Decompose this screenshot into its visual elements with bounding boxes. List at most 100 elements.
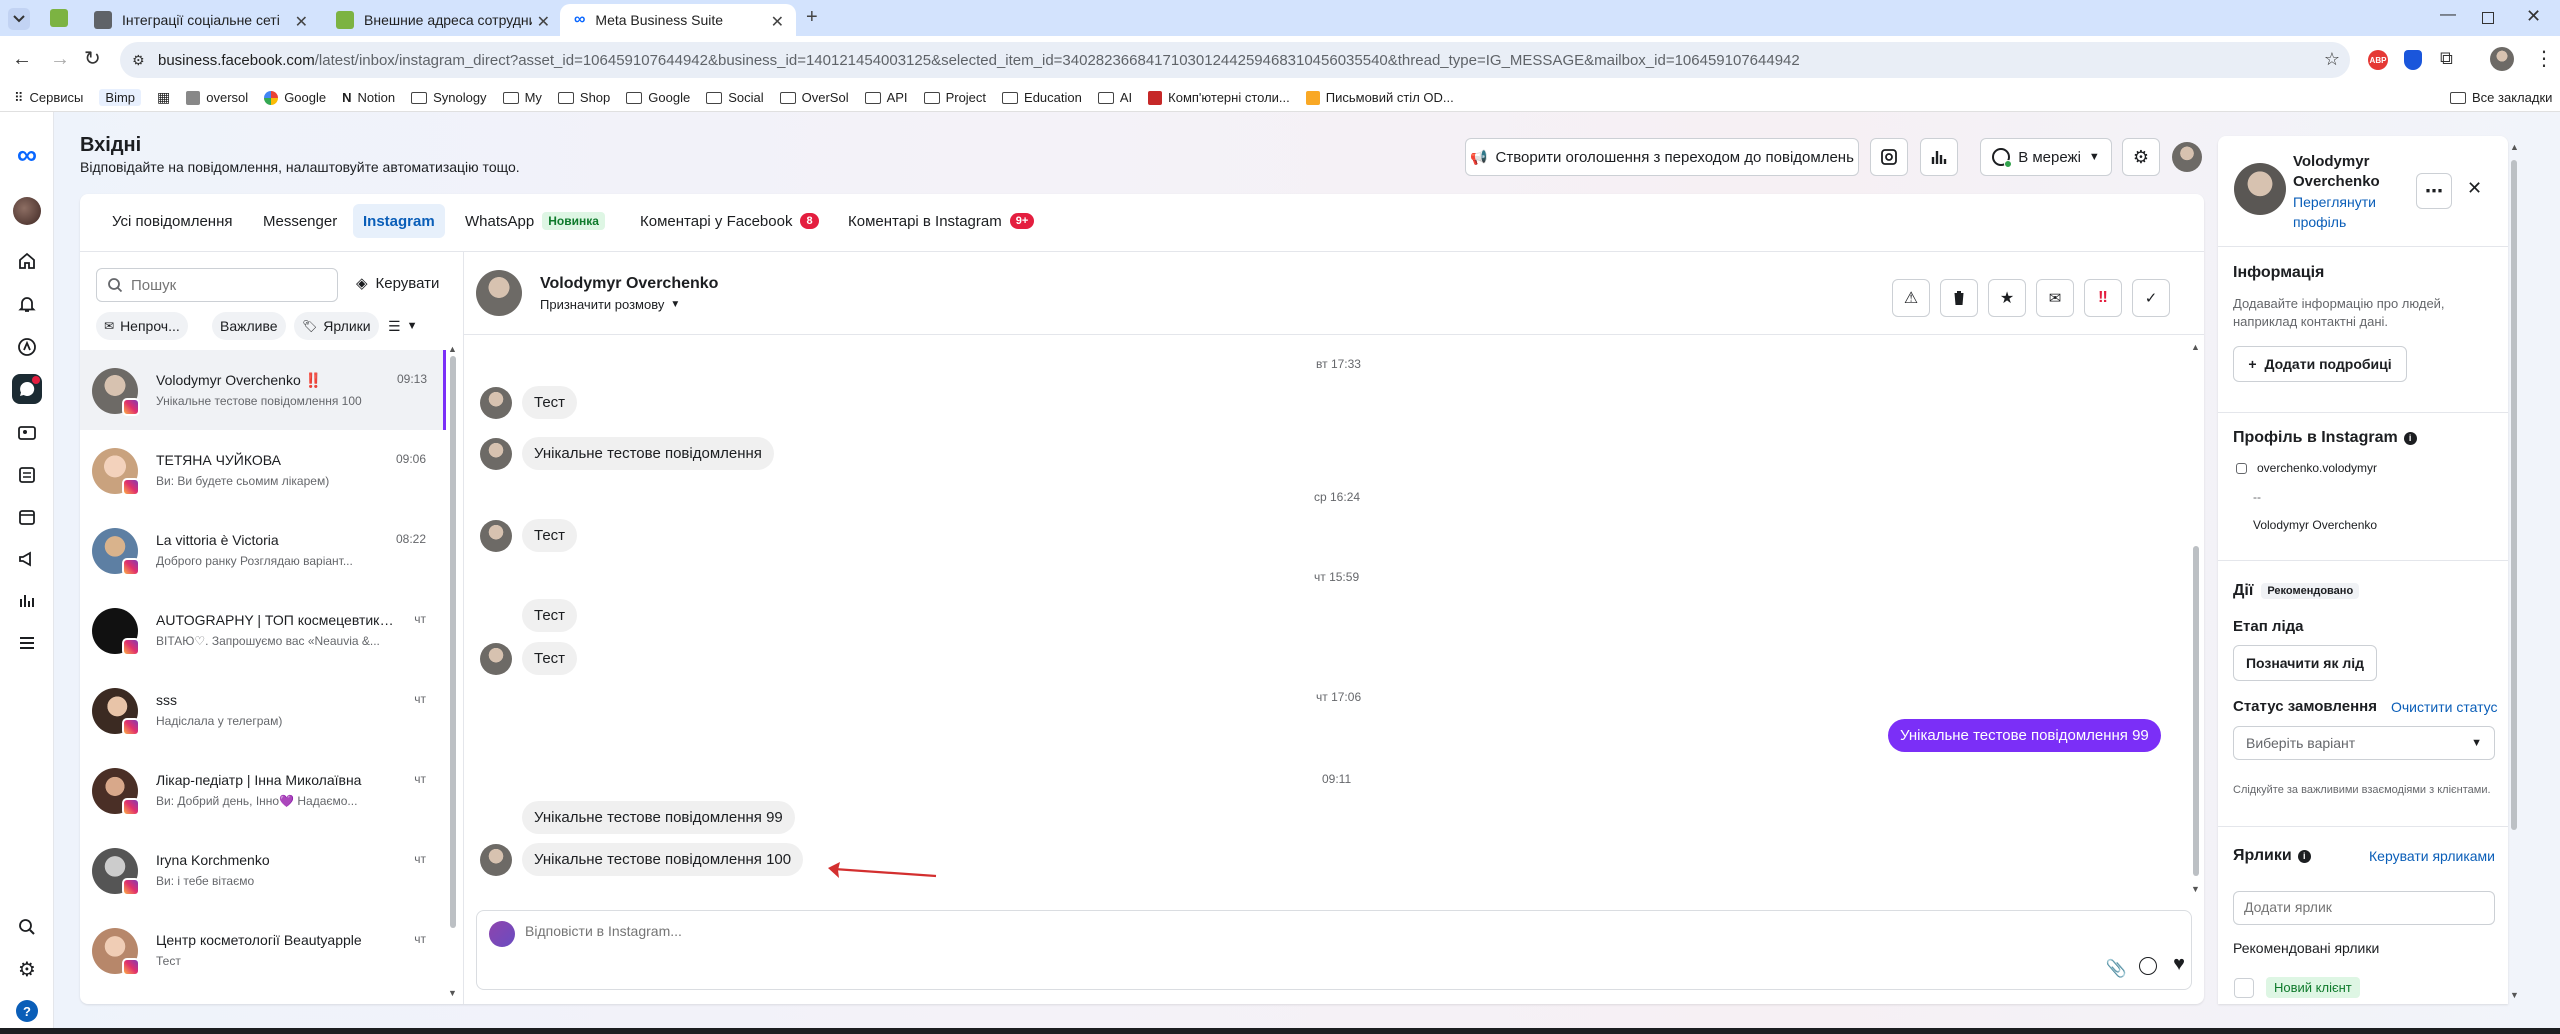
extension-shield-icon[interactable] [2404,50,2422,70]
contact-name[interactable]: Volodymyr Overchenko [540,275,718,293]
report-spam-button[interactable]: ⚠ [1892,279,1930,317]
tab-search-button[interactable] [8,8,30,30]
bookmark-folder[interactable]: Social [706,90,764,105]
order-status-select[interactable]: Виберіть варіант ▼ [2233,726,2495,760]
conversation-item-selected[interactable]: Volodymyr Overchenko ‼️ Унікальне тестов… [80,350,446,430]
assign-conversation-button[interactable]: Призначити розмову ▼ [540,297,680,312]
add-details-button[interactable]: + Додати подробиці [2233,346,2407,382]
bookmark-folder[interactable]: Project [923,90,986,105]
browser-tab[interactable]: Внешние адреса сотрудников ✕ [322,4,562,36]
create-ad-button[interactable]: 📢 Створити оголошення з переходом до пов… [1465,138,1859,176]
thread-scroll-down-arrow[interactable]: ▼ [2191,884,2200,894]
thread-scroll-up-arrow[interactable]: ▲ [2191,342,2200,352]
search-icon[interactable] [12,912,42,942]
saved-replies-icon[interactable] [2139,957,2157,975]
message-outgoing-bubble[interactable]: Унікальне тестове повідомлення 99 [1888,719,2161,752]
clear-status-link[interactable]: Очистити статус [2391,699,2498,715]
browser-profile-avatar[interactable] [2490,47,2514,71]
automation-button[interactable] [1870,138,1908,176]
scroll-down-arrow[interactable]: ▼ [448,988,457,998]
search-box[interactable] [96,268,338,302]
conversation-item[interactable]: Iryna Korchmenko Ви: і тебе вітаємо чт [80,830,442,910]
back-icon[interactable]: ← [12,48,32,71]
account-avatar[interactable] [12,196,42,226]
tab-all-messages[interactable]: Усі повідомлення [102,204,242,238]
extension-adblock-icon[interactable]: ABP [2368,50,2388,70]
bookmark-folder[interactable]: API [864,90,908,105]
extensions-puzzle-icon[interactable]: ⧉ [2440,48,2453,69]
mark-unread-button[interactable]: ✉ [2036,279,2074,317]
close-icon[interactable]: ✕ [295,12,308,32]
forward-icon[interactable]: → [50,48,70,71]
message-bubble[interactable]: Тест [522,599,578,632]
manage-button[interactable]: ◈ Керувати [356,274,439,293]
profile-avatar[interactable] [2234,163,2286,215]
panel-scroll-up-arrow[interactable]: ▲ [2510,142,2519,152]
browser-tab[interactable]: Інтеграції соціальне сеті ✕ [80,4,320,36]
add-label-input[interactable] [2244,899,2474,915]
message-bubble[interactable]: Унікальне тестове повідомлення 100 [522,843,804,876]
tab-facebook-comments[interactable]: Коментарі у Facebook 8 [630,204,829,238]
browser-menu-icon[interactable]: ⋮ [2534,46,2554,71]
bookmark-apps[interactable]: ⠿ Сервисы [14,90,83,106]
conversation-item[interactable]: Лікар-педіатр | Інна Миколаївна Ви: Добр… [80,750,442,830]
close-panel-icon[interactable]: ✕ [2467,178,2482,199]
browser-tab-active[interactable]: ∞ Meta Business Suite ✕ [560,4,796,36]
restore-icon[interactable] [2482,12,2494,24]
insights-button[interactable] [1920,138,1958,176]
search-input[interactable] [131,276,321,294]
star-button[interactable]: ★ [1988,279,2026,317]
bookmark-folder[interactable]: AI [1097,90,1132,105]
reload-icon[interactable]: ↻ [84,46,101,71]
conversation-item[interactable]: Центр косметології Beautyapple Тест чт [80,910,442,990]
bookmark-item[interactable]: Комп'ютерні столи... [1148,90,1290,105]
manage-labels-link[interactable]: Керувати ярликами [2369,848,2495,864]
panel-scroll-down-arrow[interactable]: ▼ [2510,990,2519,1000]
menu-icon[interactable] [12,628,42,658]
conversation-item[interactable]: AUTOGRAPHY | ТОП космецевтика ... ВІТАЮ♡… [80,590,442,670]
conversation-item[interactable]: La vittoria è Victoria Доброго ранку Роз… [80,510,442,590]
thread-scrollbar[interactable] [2193,546,2199,876]
content-icon[interactable] [12,460,42,490]
more-options-button[interactable]: ⋯ [2416,173,2452,209]
close-window-icon[interactable]: ✕ [2526,6,2541,27]
settings-gear-icon[interactable]: ⚙ [12,954,42,984]
message-bubble[interactable]: Унікальне тестове повідомлення [522,437,774,470]
notifications-bell-icon[interactable] [12,289,42,319]
close-icon[interactable]: ✕ [771,12,784,32]
scroll-up-arrow[interactable]: ▲ [448,344,457,354]
mark-as-lead-button[interactable]: Позначити як лід [2233,645,2377,681]
new-tab-icon[interactable]: + [806,6,818,29]
insights-chart-icon[interactable] [12,586,42,616]
meta-logo-icon[interactable]: ∞ [10,139,44,170]
message-bubble[interactable]: Тест [522,519,578,552]
bookmark-folder[interactable]: OverSol [779,90,849,105]
help-icon[interactable]: ? [12,996,42,1026]
pinned-tab-icon[interactable] [50,9,68,27]
contacts-icon[interactable] [12,418,42,448]
minimize-icon[interactable]: — [2440,6,2456,24]
tab-instagram[interactable]: Instagram [353,204,445,238]
composer-input[interactable] [525,923,1725,939]
bookmark-notion[interactable]: N Notion [342,90,395,105]
list-scrollbar[interactable] [450,356,456,928]
bookmark-bimp[interactable]: Bimp [99,89,142,106]
panel-scrollbar[interactable] [2511,160,2517,830]
attachment-icon[interactable]: 📎 [2106,959,2127,979]
bookmark-folder[interactable]: Shop [557,90,610,105]
conversation-item[interactable]: ТЕТЯНА ЧУЙКОВА Ви: Ви будете сьомим ліка… [80,430,442,510]
filter-labels[interactable]: 🏷 Ярлики [294,312,379,340]
message-bubble[interactable]: Тест [522,642,578,675]
message-composer[interactable]: 📎 ♥ [476,910,2192,990]
heart-icon[interactable]: ♥ [2173,953,2185,976]
mark-done-button[interactable]: ✓ [2132,279,2170,317]
bookmark-folder[interactable]: Education [1002,90,1082,105]
label-checkbox[interactable] [2234,978,2254,998]
home-icon[interactable] [12,246,42,276]
address-bar[interactable]: ⚙ business.facebook.com/latest/inbox/ins… [120,42,2350,78]
bookmark-folder[interactable]: My [502,90,542,105]
megaphone-icon[interactable] [12,544,42,574]
message-bubble[interactable]: Унікальне тестове повідомлення 99 [522,801,795,834]
bookmark-oversol[interactable]: oversol [186,90,248,105]
bookmark-all[interactable]: Все закладки [2450,90,2552,105]
